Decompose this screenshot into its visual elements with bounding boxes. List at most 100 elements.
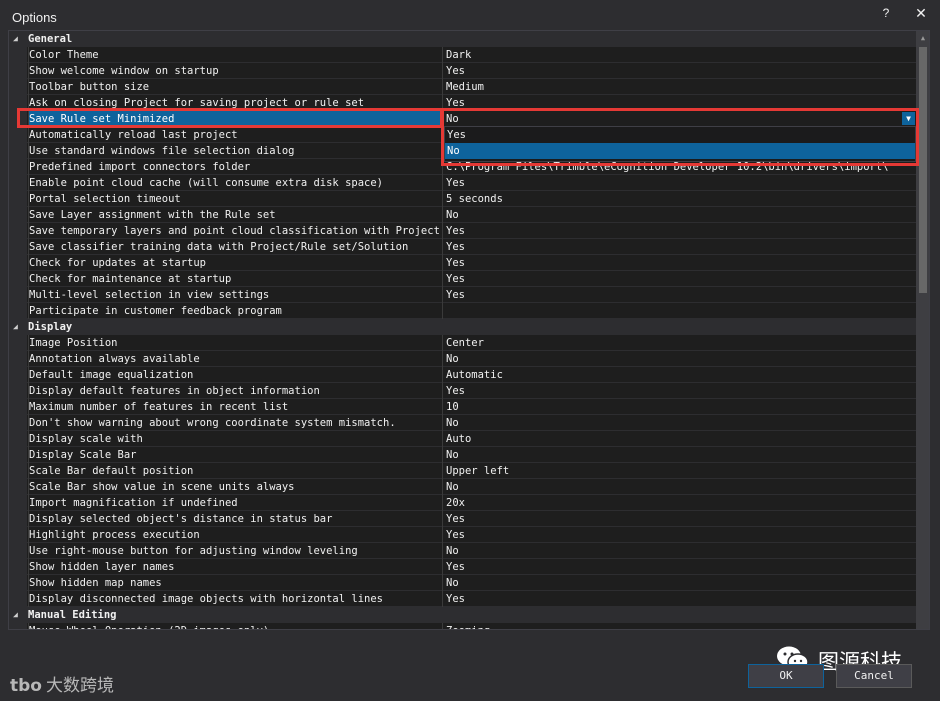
property-value[interactable]: Yes bbox=[442, 239, 916, 255]
property-value[interactable]: 20x bbox=[442, 495, 916, 511]
property-name[interactable]: Save Layer assignment with the Rule set bbox=[28, 207, 440, 223]
property-row[interactable]: Display scale with Auto bbox=[9, 431, 916, 447]
property-row[interactable]: Highlight process execution Yes bbox=[9, 527, 916, 543]
property-row[interactable]: Display disconnected image objects with … bbox=[9, 591, 916, 607]
property-row[interactable]: Scale Bar show value in scene units alwa… bbox=[9, 479, 916, 495]
property-row[interactable]: Multi-level selection in view settings Ye… bbox=[9, 287, 916, 303]
property-name[interactable]: Annotation always available bbox=[28, 351, 440, 367]
property-value[interactable]: Center bbox=[442, 335, 916, 351]
property-row[interactable]: Enable point cloud cache (will consume e… bbox=[9, 175, 916, 191]
dropdown-arrow-icon[interactable]: ▼ bbox=[902, 112, 915, 125]
property-name[interactable]: Save classifier training data with Proje… bbox=[28, 239, 440, 255]
property-name[interactable]: Import magnification if undefined bbox=[28, 495, 440, 511]
property-value[interactable]: Medium bbox=[442, 79, 916, 95]
property-row[interactable]: Use right-mouse button for adjusting win… bbox=[9, 543, 916, 559]
property-name[interactable]: Display disconnected image objects with … bbox=[28, 591, 440, 607]
vertical-scrollbar[interactable]: ▲ bbox=[916, 31, 929, 629]
property-row[interactable]: Color Theme Dark bbox=[9, 47, 916, 63]
property-name[interactable]: Show welcome window on startup bbox=[28, 63, 440, 79]
property-value[interactable]: Yes bbox=[442, 287, 916, 303]
property-value[interactable]: Yes bbox=[442, 527, 916, 543]
property-name[interactable]: Use right-mouse button for adjusting win… bbox=[28, 543, 440, 559]
property-row[interactable]: Save Layer assignment with the Rule set N… bbox=[9, 207, 916, 223]
property-name[interactable]: Maximum number of features in recent lis… bbox=[28, 399, 440, 415]
property-name[interactable]: Mouse Wheel Operation (2D images only) bbox=[28, 623, 440, 629]
property-row[interactable]: Portal selection timeout 5 seconds bbox=[9, 191, 916, 207]
property-value[interactable]: Yes bbox=[442, 591, 916, 607]
property-value[interactable]: Zooming bbox=[442, 623, 916, 629]
close-icon[interactable]: ✕ bbox=[910, 3, 932, 23]
property-value[interactable] bbox=[442, 303, 916, 319]
property-name[interactable]: Scale Bar default position bbox=[28, 463, 440, 479]
property-value[interactable]: Upper left bbox=[442, 463, 916, 479]
property-value[interactable]: No bbox=[442, 575, 916, 591]
collapse-icon[interactable]: ◢ bbox=[13, 607, 23, 623]
property-row[interactable]: Default image equalization Automatic bbox=[9, 367, 916, 383]
property-name[interactable]: Show hidden layer names bbox=[28, 559, 440, 575]
property-row[interactable]: Display Scale Bar No bbox=[9, 447, 916, 463]
property-row[interactable]: Show hidden layer names Yes bbox=[9, 559, 916, 575]
property-value[interactable]: Yes bbox=[442, 175, 916, 191]
property-row[interactable]: Display selected object's distance in st… bbox=[9, 511, 916, 527]
property-row[interactable]: Scale Bar default position Upper left bbox=[9, 463, 916, 479]
property-row[interactable]: Check for maintenance at startup Yes bbox=[9, 271, 916, 287]
category-manual-editing[interactable]: ◢ Manual Editing bbox=[9, 607, 916, 623]
property-name[interactable]: Display scale with bbox=[28, 431, 440, 447]
dropdown-option-yes[interactable]: Yes bbox=[445, 127, 915, 143]
property-name[interactable]: Display Scale Bar bbox=[28, 447, 440, 463]
property-value[interactable]: Dark bbox=[442, 47, 916, 63]
property-value[interactable]: Yes bbox=[442, 223, 916, 239]
property-name[interactable]: Ask on closing Project for saving projec… bbox=[28, 95, 440, 111]
value-dropdown-list[interactable]: Yes No bbox=[444, 126, 916, 162]
category-display[interactable]: ◢ Display bbox=[9, 319, 916, 335]
property-row[interactable]: Display default features in object infor… bbox=[9, 383, 916, 399]
collapse-icon[interactable]: ◢ bbox=[13, 31, 23, 47]
property-row[interactable]: Save temporary layers and point cloud cl… bbox=[9, 223, 916, 239]
dropdown-option-no[interactable]: No bbox=[445, 143, 915, 159]
property-value[interactable]: No bbox=[442, 415, 916, 431]
property-row[interactable]: Toolbar button size Medium bbox=[9, 79, 916, 95]
property-value[interactable]: No bbox=[442, 479, 916, 495]
property-value[interactable]: No bbox=[442, 351, 916, 367]
property-row[interactable]: Mouse Wheel Operation (2D images only)Zo… bbox=[9, 623, 916, 629]
property-value[interactable]: Yes bbox=[442, 559, 916, 575]
collapse-icon[interactable]: ◢ bbox=[13, 319, 23, 335]
property-row[interactable]: Ask on closing Project for saving projec… bbox=[9, 95, 916, 111]
property-name[interactable]: Save temporary layers and point cloud cl… bbox=[28, 223, 440, 239]
property-row[interactable]: Don't show warning about wrong coordinat… bbox=[9, 415, 916, 431]
property-name[interactable]: Toolbar button size bbox=[28, 79, 440, 95]
property-row[interactable]: Maximum number of features in recent lis… bbox=[9, 399, 916, 415]
property-row[interactable]: Annotation always available No bbox=[9, 351, 916, 367]
property-name[interactable]: Portal selection timeout bbox=[28, 191, 440, 207]
property-value[interactable]: Yes bbox=[442, 95, 916, 111]
property-row[interactable]: Save classifier training data with Proje… bbox=[9, 239, 916, 255]
property-value[interactable]: Automatic bbox=[442, 367, 916, 383]
property-name[interactable]: Enable point cloud cache (will consume e… bbox=[28, 175, 440, 191]
property-value[interactable]: No bbox=[442, 111, 916, 127]
property-name[interactable]: Scale Bar show value in scene units alwa… bbox=[28, 479, 440, 495]
property-value[interactable]: 10 bbox=[442, 399, 916, 415]
property-name[interactable]: Check for maintenance at startup bbox=[28, 271, 440, 287]
property-name[interactable]: Check for updates at startup bbox=[28, 255, 440, 271]
property-value[interactable]: Yes bbox=[442, 63, 916, 79]
help-button[interactable]: ? bbox=[876, 4, 896, 22]
property-row[interactable]: Show welcome window on startup Yes bbox=[9, 63, 916, 79]
property-value[interactable]: Yes bbox=[442, 255, 916, 271]
property-name[interactable]: Image Position bbox=[28, 335, 440, 351]
property-value[interactable]: Auto bbox=[442, 431, 916, 447]
property-value[interactable]: Yes bbox=[442, 271, 916, 287]
property-name[interactable]: Show hidden map names bbox=[28, 575, 440, 591]
property-name[interactable]: Use standard windows file selection dial… bbox=[28, 143, 440, 159]
property-name[interactable]: Highlight process execution bbox=[28, 527, 440, 543]
property-value[interactable]: Yes bbox=[442, 383, 916, 399]
cancel-button[interactable]: Cancel bbox=[836, 664, 912, 688]
property-row[interactable]: Show hidden map names No bbox=[9, 575, 916, 591]
ok-button[interactable]: OK bbox=[748, 664, 824, 688]
property-row[interactable]: Image Position Center bbox=[9, 335, 916, 351]
property-value[interactable]: No bbox=[442, 447, 916, 463]
property-name[interactable]: Don't show warning about wrong coordinat… bbox=[28, 415, 440, 431]
property-name[interactable]: Predefined import connectors folder bbox=[28, 159, 440, 175]
property-name[interactable]: Default image equalization bbox=[28, 367, 440, 383]
scroll-up-icon[interactable]: ▲ bbox=[916, 31, 929, 45]
property-value[interactable]: 5 seconds bbox=[442, 191, 916, 207]
